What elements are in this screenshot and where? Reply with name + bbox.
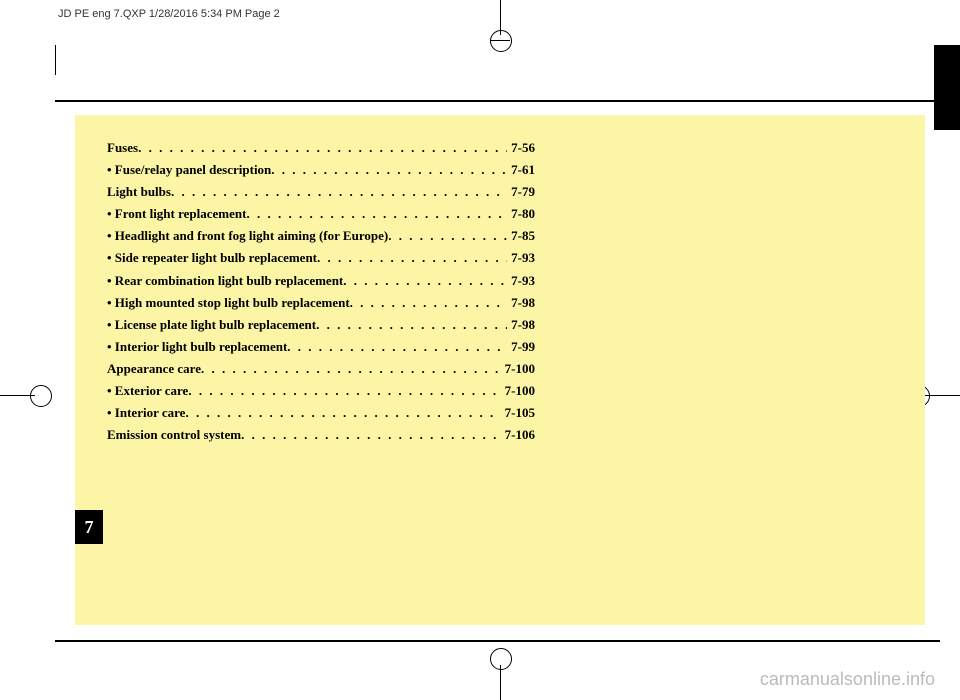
- toc-page-number: 7-98: [507, 314, 535, 336]
- toc-label: • Front light replacement: [107, 203, 246, 225]
- toc-label: • Exterior care: [107, 380, 188, 402]
- toc-label: • High mounted stop light bulb replaceme…: [107, 292, 350, 314]
- toc-leader-dots: . . . . . . . . . . . . . . . . . . . . …: [241, 424, 501, 446]
- toc-entry: Appearance care . . . . . . . . . . . . …: [107, 358, 535, 380]
- toc-entry: Fuses . . . . . . . . . . . . . . . . . …: [107, 137, 535, 159]
- toc-leader-dots: . . . . . . . . . . . . . . . . . . . . …: [343, 270, 507, 292]
- top-horizontal-rule: [55, 100, 940, 102]
- toc-page-number: 7-93: [507, 247, 535, 269]
- toc-label: Appearance care: [107, 358, 201, 380]
- toc-page-number: 7-100: [501, 358, 535, 380]
- toc-entry: • Exterior care . . . . . . . . . . . . …: [107, 380, 535, 402]
- toc-label: • Side repeater light bulb replacement: [107, 247, 317, 269]
- toc-leader-dots: . . . . . . . . . . . . . . . . . . . . …: [246, 203, 507, 225]
- crop-mark-top: [500, 0, 501, 35]
- toc-label: • Interior light bulb replacement: [107, 336, 287, 358]
- watermark-text: carmanualsonline.info: [760, 669, 935, 690]
- bottom-horizontal-rule: [55, 640, 940, 642]
- toc-entry: Light bulbs . . . . . . . . . . . . . . …: [107, 181, 535, 203]
- toc-leader-dots: . . . . . . . . . . . . . . . . . . . . …: [287, 336, 507, 358]
- toc-label: • Headlight and front fog light aiming (…: [107, 225, 388, 247]
- file-header-info: JD PE eng 7.QXP 1/28/2016 5:34 PM Page 2: [58, 8, 280, 20]
- toc-label: • Fuse/relay panel description: [107, 159, 271, 181]
- toc-entry: • Fuse/relay panel description . . . . .…: [107, 159, 535, 181]
- toc-label: • License plate light bulb replacement: [107, 314, 316, 336]
- toc-page-number: 7-98: [507, 292, 535, 314]
- table-of-contents: Fuses . . . . . . . . . . . . . . . . . …: [75, 115, 535, 446]
- toc-leader-dots: . . . . . . . . . . . . . . . . . . . . …: [185, 402, 500, 424]
- toc-label: Fuses: [107, 137, 138, 159]
- toc-page-number: 7-106: [501, 424, 535, 446]
- toc-leader-dots: . . . . . . . . . . . . . . . . . . . . …: [388, 225, 507, 247]
- toc-page-number: 7-85: [507, 225, 535, 247]
- corner-mark: [55, 45, 56, 75]
- toc-leader-dots: . . . . . . . . . . . . . . . . . . . . …: [317, 247, 507, 269]
- toc-leader-dots: . . . . . . . . . . . . . . . . . . . . …: [316, 314, 507, 336]
- toc-label: • Rear combination light bulb replacemen…: [107, 270, 343, 292]
- toc-label: • Interior care: [107, 402, 185, 424]
- toc-label: Emission control system: [107, 424, 241, 446]
- toc-entry: • Rear combination light bulb replacemen…: [107, 270, 535, 292]
- toc-page-number: 7-105: [501, 402, 535, 424]
- chapter-number: 7: [85, 517, 94, 538]
- crop-mark-bottom: [500, 665, 501, 700]
- toc-page-number: 7-56: [507, 137, 535, 159]
- content-area: Fuses . . . . . . . . . . . . . . . . . …: [75, 115, 925, 625]
- toc-entry: • Interior light bulb replacement . . . …: [107, 336, 535, 358]
- toc-entry: Emission control system . . . . . . . . …: [107, 424, 535, 446]
- toc-leader-dots: . . . . . . . . . . . . . . . . . . . . …: [188, 380, 500, 402]
- toc-entry: • Side repeater light bulb replacement .…: [107, 247, 535, 269]
- toc-leader-dots: . . . . . . . . . . . . . . . . . . . . …: [171, 181, 507, 203]
- toc-page-number: 7-93: [507, 270, 535, 292]
- toc-entry: • High mounted stop light bulb replaceme…: [107, 292, 535, 314]
- toc-entry: • Headlight and front fog light aiming (…: [107, 225, 535, 247]
- side-black-tab: [934, 45, 960, 130]
- toc-entry: • License plate light bulb replacement .…: [107, 314, 535, 336]
- chapter-tab: 7: [75, 510, 103, 544]
- toc-leader-dots: . . . . . . . . . . . . . . . . . . . . …: [271, 159, 507, 181]
- toc-leader-dots: . . . . . . . . . . . . . . . . . . . . …: [350, 292, 507, 314]
- crop-mark-left: [0, 395, 35, 396]
- toc-page-number: 7-80: [507, 203, 535, 225]
- toc-page-number: 7-100: [501, 380, 535, 402]
- toc-page-number: 7-79: [507, 181, 535, 203]
- toc-entry: • Interior care . . . . . . . . . . . . …: [107, 402, 535, 424]
- crop-mark-right: [925, 395, 960, 396]
- toc-page-number: 7-99: [507, 336, 535, 358]
- toc-entry: • Front light replacement . . . . . . . …: [107, 203, 535, 225]
- toc-leader-dots: . . . . . . . . . . . . . . . . . . . . …: [138, 137, 507, 159]
- toc-label: Light bulbs: [107, 181, 171, 203]
- toc-page-number: 7-61: [507, 159, 535, 181]
- toc-leader-dots: . . . . . . . . . . . . . . . . . . . . …: [201, 358, 501, 380]
